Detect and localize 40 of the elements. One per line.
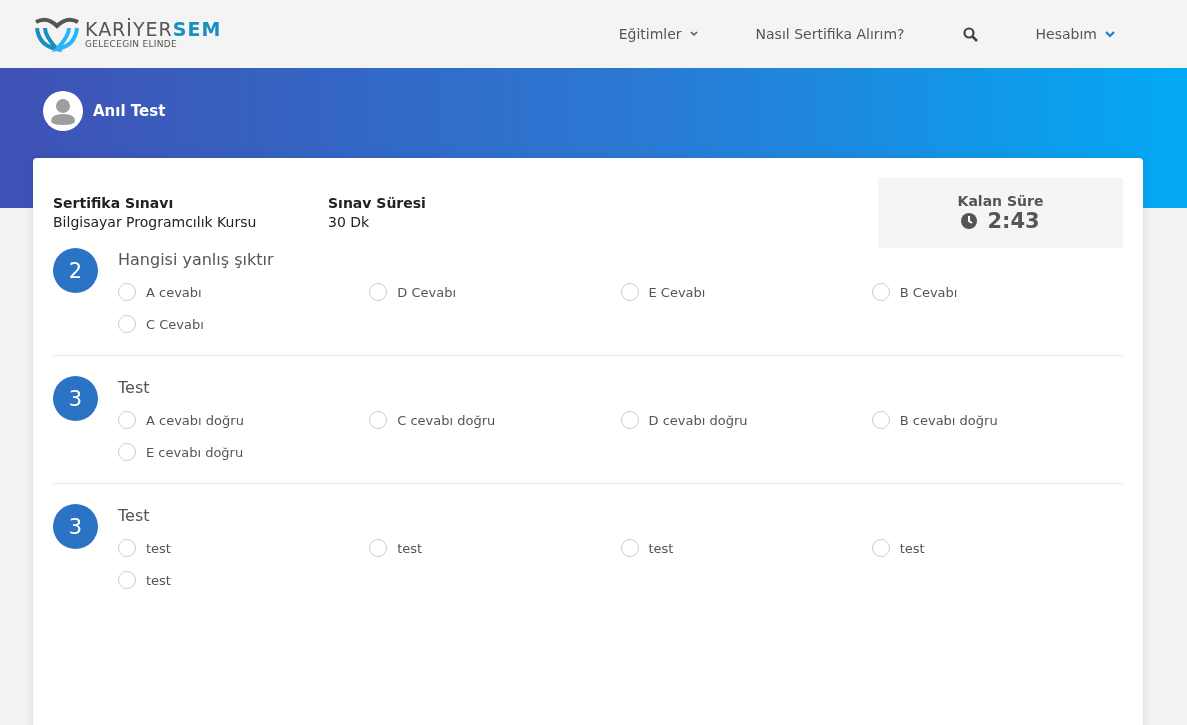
info-label: Sertifika Sınavı (53, 194, 175, 213)
logo-tagline: GELECEGIN ELINDE (85, 39, 179, 49)
question-number: 3 (53, 376, 98, 421)
answer-option[interactable]: A cevabı (118, 283, 202, 301)
logo-wordmark: KARİYERSEM (85, 19, 222, 39)
answer-option[interactable]: test (871, 539, 925, 557)
answer-option[interactable]: B cevabı doğru (871, 411, 998, 429)
question-number: 2 (53, 248, 98, 293)
answer-option[interactable]: test (118, 571, 171, 589)
avatar-icon (43, 91, 83, 131)
answer-option[interactable]: D cevabı doğru (620, 411, 748, 429)
nav-link[interactable]: Nasıl Sertifika Alırım? (755, 26, 905, 42)
user-name: Anıl Test (93, 101, 166, 122)
answer-option[interactable]: C Cevabı (118, 315, 204, 333)
timer-value: 2:43 (987, 209, 1040, 233)
info-value: Bilgisayar Programcılık Kursu (53, 213, 258, 232)
timer-label: Kalan Süre (957, 193, 1044, 209)
account-menu[interactable]: Hesabım (1035, 26, 1115, 42)
answer-option[interactable]: test (369, 539, 423, 557)
question-text: Test (118, 378, 151, 397)
answer-option[interactable]: E Cevabı (620, 283, 706, 301)
answer-option[interactable]: D Cevabı (369, 283, 456, 301)
nav-dropdown[interactable]: Eğitimler (618, 26, 698, 42)
answer-option[interactable]: test (118, 539, 171, 557)
clock-icon (961, 213, 978, 229)
answer-option[interactable]: test (620, 539, 674, 557)
answer-option[interactable]: A cevabı doğru (118, 411, 244, 429)
info-label: Sınav Süresi (328, 194, 427, 213)
search-button[interactable] (962, 26, 978, 42)
answer-option[interactable]: C cevabı doğru (369, 411, 496, 429)
question-text: Hangisi yanlış şıktır (118, 250, 275, 269)
logo-icon (33, 16, 81, 52)
question-number: 3 (53, 504, 98, 549)
caret-icon (689, 31, 698, 37)
answer-option[interactable]: B Cevabı (871, 283, 958, 301)
caret-icon (1105, 30, 1115, 38)
answer-option[interactable]: E cevabı doğru (118, 443, 244, 461)
info-value: 30 Dk (328, 213, 371, 232)
question-text: Test (118, 506, 151, 525)
search-icon (962, 26, 978, 42)
